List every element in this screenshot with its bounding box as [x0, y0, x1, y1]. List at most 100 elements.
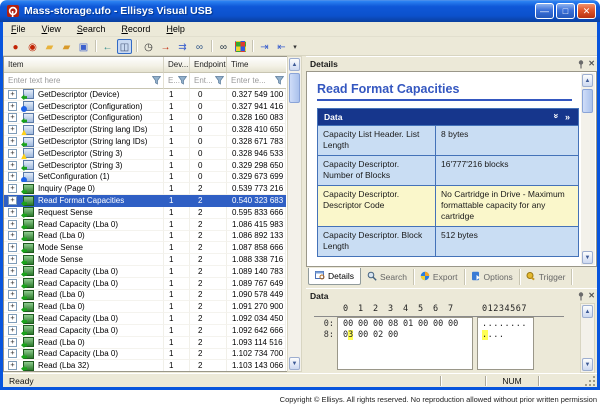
filter-input-endpoint[interactable]: Ent...	[190, 73, 227, 89]
details-scrollbar[interactable]: ▲ ▼	[581, 73, 595, 265]
scroll-down-icon[interactable]: ▼	[582, 251, 593, 264]
details-field-row[interactable]: Capacity Descriptor. Block Length512 byt…	[318, 226, 578, 256]
filter-input-time[interactable]: Enter te...	[227, 73, 286, 89]
table-row[interactable]: +GetDescriptor (Configuration)100.327 94…	[4, 101, 287, 113]
expand-icon[interactable]: +	[8, 267, 17, 276]
pin-icon[interactable]	[577, 292, 585, 301]
table-row[interactable]: +Request Sense120.595 833 666	[4, 207, 287, 219]
expand-icon[interactable]: +	[8, 196, 17, 205]
table-row[interactable]: +Read Format Capacities120.540 323 683	[4, 195, 287, 207]
table-row[interactable]: +GetDescriptor (String lang IDs)100.328 …	[4, 124, 287, 136]
table-row[interactable]: +Read (Lba 0)121.091 270 900	[4, 301, 287, 313]
expand-icon[interactable]: +	[8, 149, 17, 158]
expand-icon[interactable]: +	[8, 125, 17, 134]
filter-input-device[interactable]: E...	[164, 73, 190, 89]
filter-funnel-icon[interactable]	[152, 76, 161, 85]
details-table-header[interactable]: Data » »	[318, 109, 578, 125]
expand-icon[interactable]: +	[8, 361, 17, 370]
close-panel-icon[interactable]: ✕	[588, 59, 595, 69]
table-row[interactable]: +Read (Lba 32)121.103 143 066	[4, 360, 287, 372]
table-row[interactable]: +Mode Sense121.088 338 716	[4, 254, 287, 266]
titlebar[interactable]: Mass-storage.ufo - Ellisys Visual USB — …	[0, 0, 600, 22]
item-list-scrollbar[interactable]: ▲ ▼	[287, 56, 302, 372]
menu-help[interactable]: Help	[158, 22, 193, 37]
menu-file[interactable]: File	[3, 22, 34, 37]
collapse-icon[interactable]: »	[549, 113, 565, 120]
find-icon[interactable]: ∞	[216, 39, 231, 54]
resize-grip[interactable]	[583, 374, 597, 388]
table-row[interactable]: +GetDescriptor (String 3)100.329 298 650	[4, 160, 287, 172]
menu-record[interactable]: Record	[113, 22, 158, 37]
scroll-up-icon[interactable]: ▲	[582, 74, 593, 87]
table-row[interactable]: +Read (Lba 0)121.086 892 133	[4, 231, 287, 243]
navigate-back-icon[interactable]: ←	[100, 39, 115, 54]
marker-set-icon[interactable]: ⇥	[257, 39, 272, 54]
expand-icon[interactable]: +	[8, 137, 17, 146]
record-icon[interactable]: ●	[8, 39, 23, 54]
timer-icon[interactable]: ◷	[141, 39, 156, 54]
hex-bytes-row[interactable]: 03000200	[343, 330, 403, 340]
tab-details[interactable]: Details	[308, 268, 361, 285]
record-options-icon[interactable]: ◉	[25, 39, 40, 54]
close-panel-icon[interactable]: ✕	[588, 291, 595, 301]
table-row[interactable]: +GetDescriptor (String lang IDs)100.328 …	[4, 136, 287, 148]
expand-icon[interactable]: +	[8, 208, 17, 217]
highlight-colors-icon[interactable]	[235, 41, 246, 52]
expand-icon[interactable]: +	[8, 243, 17, 252]
scroll-thumb[interactable]	[289, 73, 300, 103]
close-button[interactable]: ✕	[577, 3, 596, 19]
expand-icon[interactable]: +	[8, 302, 17, 311]
scroll-thumb[interactable]	[582, 89, 593, 113]
table-row[interactable]: +GetDescriptor (Configuration)100.328 16…	[4, 113, 287, 125]
scroll-up-icon[interactable]: ▲	[582, 305, 593, 318]
tab-export[interactable]: Export	[414, 269, 465, 285]
table-row[interactable]: +Read Capacity (Lba 0)121.089 767 649	[4, 278, 287, 290]
details-field-row[interactable]: Capacity Descriptor. Descriptor CodeNo C…	[318, 185, 578, 226]
table-row[interactable]: +GetDescriptor (Device)100.327 549 100	[4, 89, 287, 101]
hex-bytes-row[interactable]: 0000000801000000	[343, 319, 463, 329]
pin-icon[interactable]	[577, 60, 585, 69]
tab-search[interactable]: Search	[361, 269, 414, 285]
filter-funnel-icon[interactable]	[275, 76, 284, 85]
table-row[interactable]: +Read (Lba 0)121.090 578 449	[4, 290, 287, 302]
menu-search[interactable]: Search	[69, 22, 114, 37]
open-merge-icon[interactable]: ▰	[59, 39, 74, 54]
filter-funnel-icon[interactable]	[178, 76, 187, 85]
expand-icon[interactable]: +	[8, 314, 17, 323]
expand-icon[interactable]: +	[8, 113, 17, 122]
follow-transfer-icon[interactable]: ⇉	[175, 39, 190, 54]
table-row[interactable]: +Read Capacity (Lba 0)121.102 734 700	[4, 349, 287, 361]
expand-icon[interactable]: +	[8, 184, 17, 193]
scroll-down-icon[interactable]: ▼	[582, 358, 593, 371]
minimize-button[interactable]: —	[535, 3, 554, 19]
hex-ascii-row[interactable]: ........	[482, 319, 527, 329]
table-row[interactable]: +Read Capacity (Lba 0)121.092 034 450	[4, 313, 287, 325]
save-icon[interactable]: ▣	[76, 39, 91, 54]
expand-icon[interactable]: +	[8, 220, 17, 229]
find-sequence-icon[interactable]: ∞	[192, 39, 207, 54]
table-row[interactable]: +Mode Sense121.087 858 666	[4, 242, 287, 254]
expand-icon[interactable]: +	[8, 290, 17, 299]
expand-icon[interactable]: +	[8, 102, 17, 111]
expand-icon[interactable]: »	[565, 112, 572, 122]
tab-trigger[interactable]: Trigger	[520, 269, 573, 285]
scroll-up-icon[interactable]: ▲	[289, 58, 300, 71]
expand-icon[interactable]: +	[8, 279, 17, 288]
column-header-endpoint[interactable]: Endpoint	[190, 57, 227, 73]
scroll-down-icon[interactable]: ▼	[289, 357, 300, 370]
table-row[interactable]: +Read Capacity (Lba 0)121.086 415 983	[4, 219, 287, 231]
goto-event-icon[interactable]: →	[158, 39, 173, 54]
show-panels-icon[interactable]: ◫	[117, 39, 132, 54]
expand-icon[interactable]: +	[8, 161, 17, 170]
filter-input-item[interactable]: Enter text here	[4, 73, 164, 89]
table-row[interactable]: +Read Capacity (Lba 0)121.089 140 783	[4, 266, 287, 278]
menu-view[interactable]: View	[34, 22, 69, 37]
expand-icon[interactable]: +	[8, 338, 17, 347]
maximize-button[interactable]: □	[556, 3, 575, 19]
expand-icon[interactable]: +	[8, 90, 17, 99]
column-header-device[interactable]: Dev...	[164, 57, 190, 73]
expand-icon[interactable]: +	[8, 231, 17, 240]
column-header-time[interactable]: Time	[227, 57, 286, 73]
more-dropdown-icon[interactable]: ▾	[291, 39, 299, 54]
filter-funnel-icon[interactable]	[215, 76, 224, 85]
